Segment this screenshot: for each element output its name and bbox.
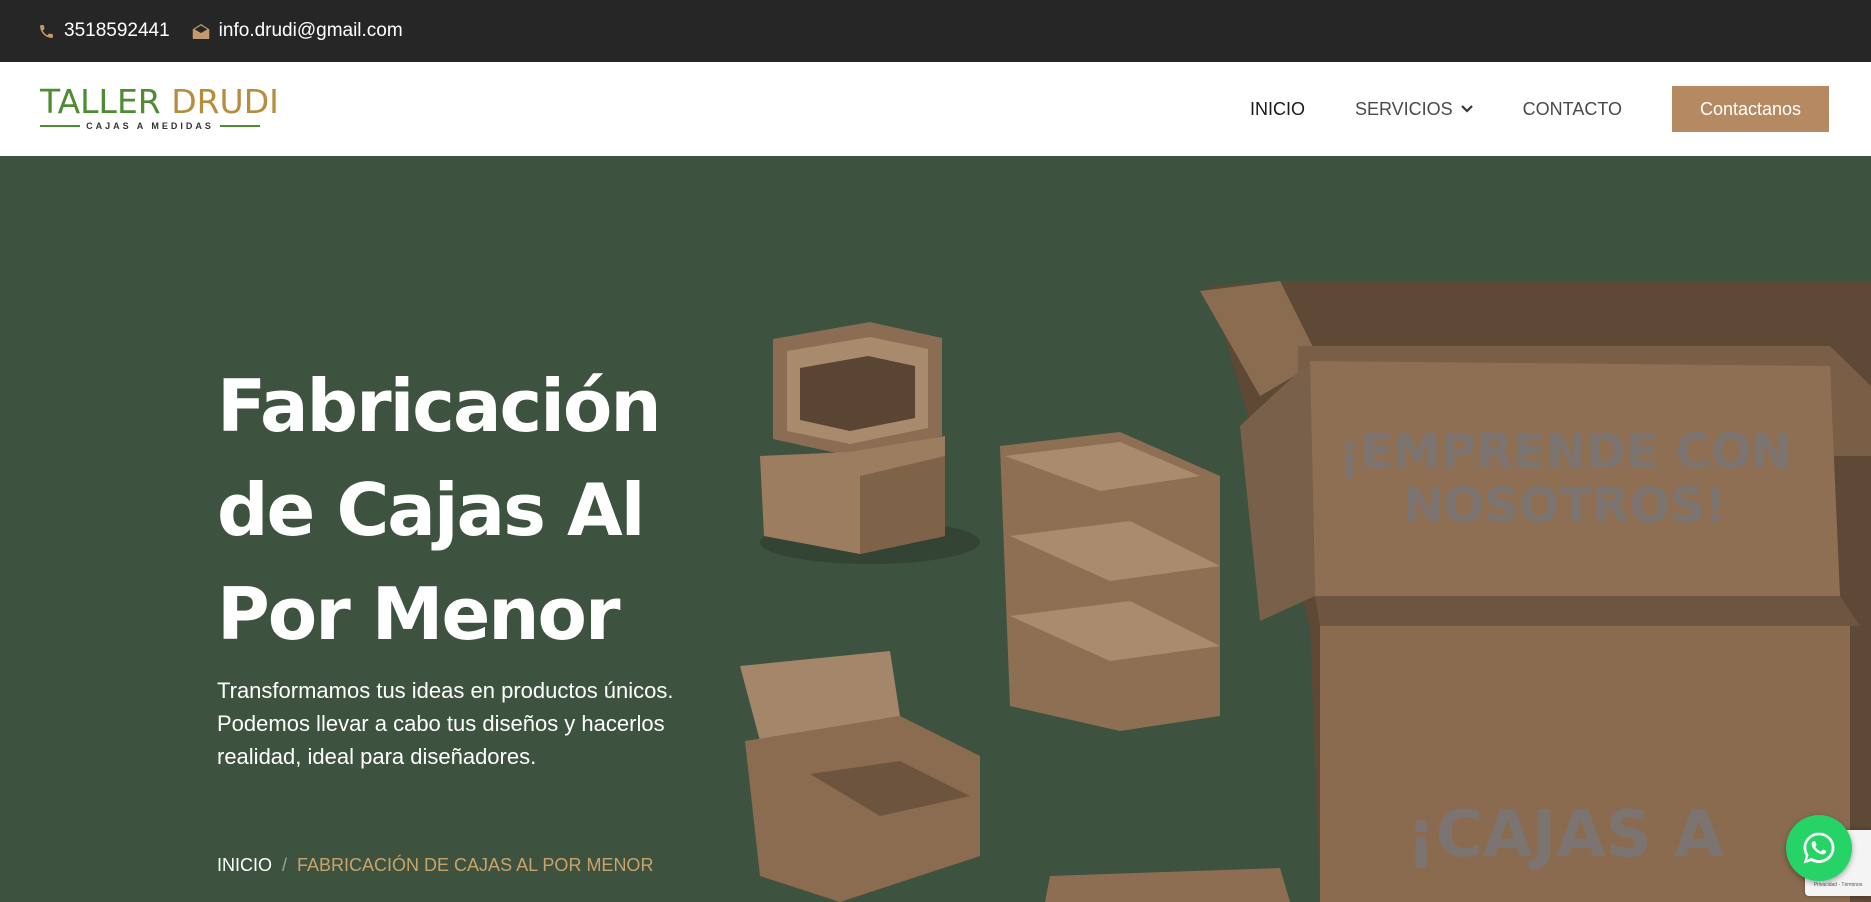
nav-inicio[interactable]: INICIO	[1250, 99, 1305, 120]
nav-contacto-label: CONTACTO	[1522, 98, 1622, 119]
logo-wordmark: TALLER DRUDI	[40, 82, 279, 121]
whatsapp-icon	[1803, 832, 1835, 864]
phone-number: 3518592441	[64, 20, 170, 41]
logo-word-taller: TALLER	[40, 82, 172, 121]
main-navbar: TALLER DRUDI CAJAS A MEDIDAS INICIO SERV…	[0, 62, 1871, 156]
nav-contacto[interactable]: CONTACTO	[1523, 99, 1622, 120]
hero-section: ¡EMPRENDE CON NOSOTROS! ¡CAJAS A Fabrica…	[0, 156, 1871, 902]
phone-icon	[40, 24, 53, 38]
email-contact[interactable]: info.drudi@gmail.com	[192, 20, 403, 42]
envelope-icon	[192, 23, 209, 39]
hero-title: Fabricación de Cajas Al Por Menor	[217, 364, 662, 656]
top-contact-bar: 3518592441 info.drudi@gmail.com	[0, 0, 1871, 62]
logo-tagline: CAJAS A MEDIDAS	[86, 121, 214, 131]
breadcrumb-home[interactable]: INICIO	[217, 855, 272, 876]
recaptcha-text: Privacidad - Términos	[1813, 882, 1863, 888]
logo-rule	[40, 125, 81, 127]
logo-rule	[219, 125, 260, 127]
nav-servicios[interactable]: SERVICIOS	[1355, 99, 1473, 120]
box-print-line1: ¡EMPRENDE CON	[1338, 424, 1791, 480]
box-print-line3: ¡CAJAS A	[1407, 798, 1724, 872]
hero-description: Transformamos tus ideas en productos úni…	[217, 678, 674, 769]
cardboard-boxes-image: ¡EMPRENDE CON NOSOTROS! ¡CAJAS A	[740, 281, 1871, 902]
box-print-line2: NOSOTROS!	[1403, 478, 1726, 534]
logo-tagline-row: CAJAS A MEDIDAS	[40, 121, 260, 131]
phone-contact[interactable]: 3518592441	[38, 20, 170, 42]
logo-word-drudi: DRUDI	[171, 82, 279, 121]
email-address: info.drudi@gmail.com	[218, 20, 403, 41]
nav-inicio-label: INICIO	[1249, 98, 1305, 119]
site-logo[interactable]: TALLER DRUDI CAJAS A MEDIDAS	[40, 82, 279, 136]
breadcrumb-separator: /	[282, 855, 288, 875]
breadcrumb: INICIO / FABRICACIÓN DE CAJAS AL POR MEN…	[217, 855, 653, 876]
breadcrumb-current: FABRICACIÓN DE CAJAS AL POR MENOR	[297, 855, 654, 875]
nav-menu: INICIO SERVICIOS CONTACTO Contactanos	[1250, 62, 1871, 156]
chevron-down-icon	[1460, 105, 1473, 113]
whatsapp-button[interactable]	[1786, 815, 1852, 881]
contactanos-button[interactable]: Contactanos	[1672, 86, 1829, 132]
nav-servicios-label: SERVICIOS	[1354, 98, 1453, 119]
